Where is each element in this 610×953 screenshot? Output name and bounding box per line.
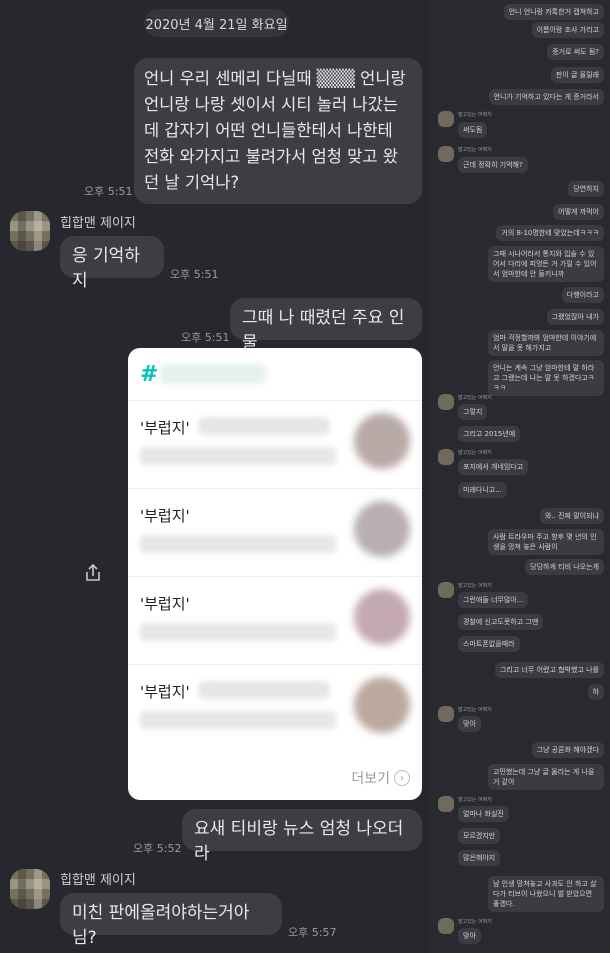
message[interactable]: 언니가 기억하고 있다는 게 증거라서 xyxy=(488,89,604,105)
message[interactable]: 맞아 xyxy=(458,928,481,944)
sender-name: 말고있는 어쩌지 xyxy=(458,112,492,118)
message[interactable]: 그때 시나어라서 통지와 입술 수 있어서 다리에 피멍든 거 가릴 수 있어서… xyxy=(488,246,604,282)
message-time: 오후 5:51 xyxy=(170,268,219,281)
sender-name: 말고있는 어쩌지 xyxy=(458,707,492,713)
blurred-text xyxy=(140,711,336,729)
message[interactable]: 사람 트라우마 주고 항후 몇 년의 인생을 망쳐 놓은 사람이 xyxy=(488,529,604,555)
sender-name: 말고있는 어쩌지 xyxy=(458,583,492,589)
message[interactable]: 그리고 2015년에 xyxy=(458,426,521,442)
date-divider: 2020년 4월 21일 화요일 xyxy=(144,9,289,37)
message-time: 오후 5:51 xyxy=(84,185,133,198)
thumbnail xyxy=(354,589,410,645)
avatar[interactable] xyxy=(438,706,454,722)
avatar[interactable] xyxy=(10,869,50,909)
shared-news-card[interactable]: # '부럽지' '부럽지' '부럽지' '부럽지' 더보기 › xyxy=(128,348,422,800)
avatar[interactable] xyxy=(438,449,454,465)
message[interactable]: 당당하게 티비 나오는게 xyxy=(525,559,604,575)
avatar[interactable] xyxy=(438,796,454,812)
hashtag-symbol: # xyxy=(140,362,159,387)
outgoing-message[interactable]: 요새 티비랑 뉴스 엄청 나오더라 xyxy=(182,809,422,864)
message[interactable]: 당연하지 xyxy=(568,181,604,197)
sender-name: 말고있는 어쩌지 xyxy=(458,797,492,803)
message[interactable]: 많은해야지 xyxy=(458,850,501,866)
thumbnail xyxy=(354,501,410,557)
sender-name: 힙합맨 제이지 xyxy=(60,873,136,888)
message[interactable]: 고민했는데 그냥 글 올리는 게 나을 거 같아 xyxy=(488,764,604,790)
message[interactable]: 하 xyxy=(587,684,604,700)
avatar[interactable] xyxy=(10,211,50,251)
sender-name: 힙합맨 제이지 xyxy=(60,216,136,231)
sender-name: 말고있는 어쩌지 xyxy=(458,147,492,153)
sender-name: 말고있는 어쩌지 xyxy=(458,919,492,925)
incoming-message[interactable]: 응 기억하지 xyxy=(60,236,164,291)
item-tag: '부럽지' xyxy=(140,595,190,613)
chevron-right-icon: › xyxy=(394,770,410,786)
item-tag: '부럽지' xyxy=(140,507,190,525)
message[interactable]: 근데 정확히 기억해? xyxy=(458,157,528,173)
message[interactable]: 판이 글 올릴래 xyxy=(550,67,604,83)
message-time: 오후 5:52 xyxy=(133,842,182,855)
blurred-text xyxy=(140,623,336,641)
avatar[interactable] xyxy=(438,111,454,127)
message[interactable]: 모르겠지만 xyxy=(458,828,501,844)
sender-name: 말고있는 어쩌지 xyxy=(458,450,492,456)
list-item[interactable]: '부럽지' xyxy=(128,664,422,752)
avatar[interactable] xyxy=(438,394,454,410)
message-time: 오후 5:51 xyxy=(181,331,230,344)
avatar[interactable] xyxy=(438,582,454,598)
message[interactable]: 그리고 너무 어렸고 협박했고 나를 xyxy=(494,662,604,678)
share-icon[interactable] xyxy=(81,561,105,585)
message[interactable]: 와.. 진짜 말이되냐 xyxy=(540,508,604,524)
message[interactable]: 언니는 계속 그냥 엄마한테 말 하라고 그랬는데 나는 말 못 하겠다고ㅋㅋㅋ xyxy=(488,360,604,396)
chat-screen: 2020년 4월 21일 화요일 언니 우리 센메리 다닐때 ▒▒▒ 언니랑 언… xyxy=(0,0,610,953)
message[interactable]: 그냥 공론화 해야겠다 xyxy=(531,742,604,758)
message[interactable]: 얼마나 화실진 xyxy=(458,806,509,822)
message[interactable]: 엄마 걱정할까봐 엄마한테 이야기에서 말을 못 해가지고 xyxy=(488,330,604,356)
thumbnail xyxy=(354,413,410,469)
message[interactable]: 거의 8-10명한테 맞았는데ㅋㅋㅋ xyxy=(496,225,604,241)
incoming-message[interactable]: 미친 판에올려야하는거아님? xyxy=(60,893,282,948)
message[interactable]: 그랬었잖아 내가 xyxy=(546,309,604,325)
outgoing-message[interactable]: 언니 우리 센메리 다닐때 ▒▒▒ 언니랑 언니랑 나랑 셋이서 시티 놀러 나… xyxy=(134,58,422,204)
message[interactable]: 맞아 xyxy=(458,716,481,732)
list-item[interactable]: '부럽지' xyxy=(128,400,422,488)
message[interactable]: 스마트폰없을때라 xyxy=(458,636,520,652)
item-tag: '부럽지' xyxy=(140,683,190,701)
sender-name: 말고있는 어쩌지 xyxy=(458,395,492,401)
item-tag: '부럽지' xyxy=(140,419,190,437)
list-item[interactable]: '부럽지' xyxy=(128,488,422,576)
message[interactable]: 어떻게 까먹어 xyxy=(553,204,604,220)
message[interactable]: 써도됨 xyxy=(458,122,488,138)
message[interactable]: 미래다니고... xyxy=(458,482,507,498)
message[interactable]: 다행이라고 xyxy=(561,287,604,303)
message[interactable]: 그렇지 xyxy=(458,404,488,420)
avatar[interactable] xyxy=(438,146,454,162)
message-time: 오후 5:57 xyxy=(288,926,337,939)
message[interactable]: 이름이랑 조사 가리고 xyxy=(531,22,604,38)
outgoing-message[interactable]: 그때 나 때렸던 주요 인물 xyxy=(230,298,422,353)
message[interactable]: 그런애들 너무많아... xyxy=(458,592,529,608)
message[interactable]: 경찰에 신고도못하고 그땐 xyxy=(458,614,544,630)
thumbnail xyxy=(354,677,410,733)
blurred-text xyxy=(140,535,336,553)
second-chat-panel: 언니 언니랑 카톡한거 캡쳐하고 이름이랑 조사 가리고 증거로 써도 됨? 판… xyxy=(428,0,610,953)
blurred-text xyxy=(198,681,330,699)
blurred-title xyxy=(160,364,266,384)
message[interactable]: 증거로 써도 됨? xyxy=(547,44,604,60)
avatar[interactable] xyxy=(438,918,454,934)
more-label: 더보기 xyxy=(351,771,390,787)
message[interactable]: 언니 언니랑 카톡한거 캡쳐하고 xyxy=(503,4,604,20)
blurred-text xyxy=(140,447,336,465)
message[interactable]: 포지에서 개네임다고 xyxy=(458,459,529,475)
more-link[interactable]: 더보기 › xyxy=(351,768,410,788)
blurred-text xyxy=(198,417,330,435)
message[interactable]: 남 인생 망쳐놓고 사과도 안 하고 살다가 티브이 나왔으니 벌 받았으면 좋… xyxy=(488,876,604,912)
list-item[interactable]: '부럽지' xyxy=(128,576,422,664)
